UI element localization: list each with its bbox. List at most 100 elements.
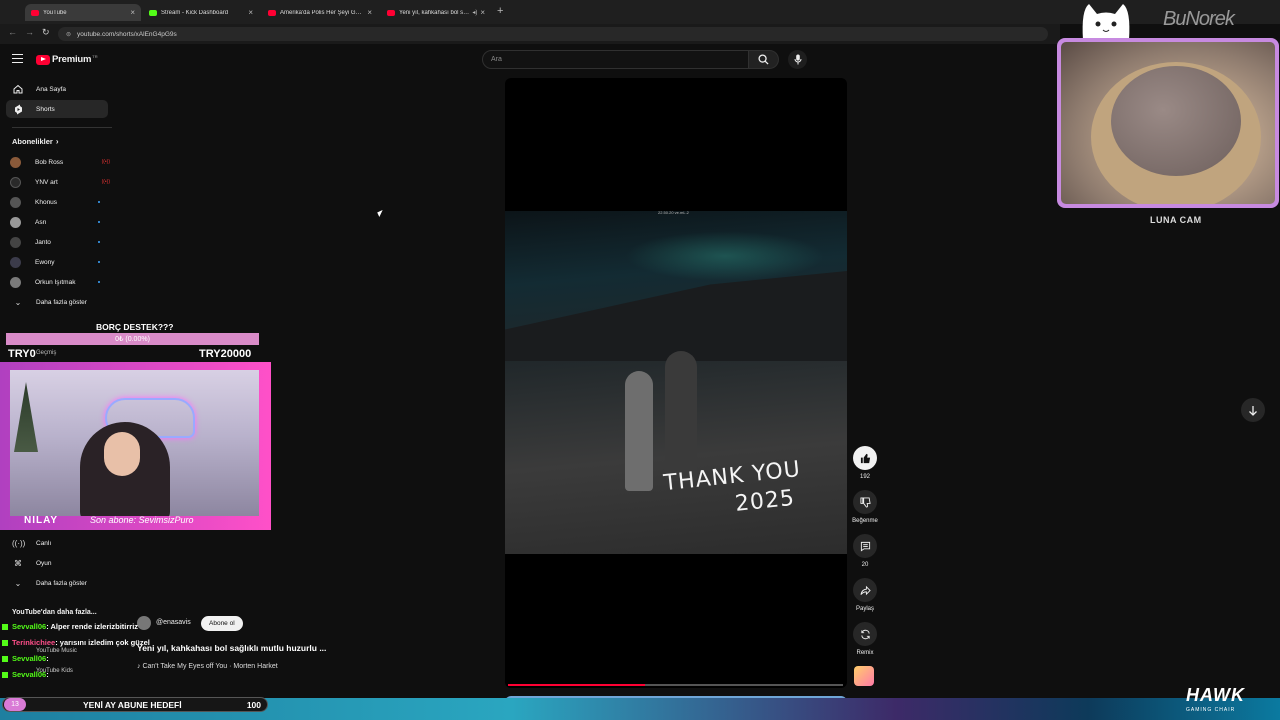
tab-yeni-yil-short[interactable]: Yeni yıl, kahkahası bol sağlıklı ◂) × (381, 4, 491, 21)
home-icon (12, 83, 24, 95)
sidebar-item-gaming[interactable]: ⌘ Oyun (12, 556, 52, 570)
avatar (10, 196, 21, 208)
hamburger-menu-icon[interactable] (12, 54, 23, 63)
streamer-name-label: NILAY (24, 515, 59, 526)
url-field[interactable]: ⊜ youtube.com/shorts/xAlEnG4pG9s (58, 27, 1048, 41)
url-text: youtube.com/shorts/xAlEnG4pG9s (77, 30, 177, 38)
short-title[interactable]: Yeni yıl, kahkahası bol sağlıklı mutlu h… (137, 643, 326, 653)
site-info-icon[interactable]: ⊜ (66, 31, 71, 38)
sidebar-item-live[interactable]: ((·)) Canlı (12, 536, 51, 550)
show-more-subscriptions[interactable]: ⌄ Daha fazla göster (12, 295, 87, 309)
youtube-favicon-icon (387, 9, 395, 16)
subscriber-goal-bar: 13 YENİ AY ABUNE HEDEFİ 100 (2, 697, 268, 712)
sidebar-divider (12, 127, 112, 128)
new-tab-button[interactable]: + (497, 5, 503, 17)
back-icon[interactable]: ← (8, 27, 17, 37)
show-more-explore[interactable]: ⌄ Daha fazla göster (12, 576, 87, 590)
next-short-button[interactable] (1241, 398, 1265, 422)
chat-text: : yarısını izledim çok güzel (55, 638, 150, 647)
chat-message: Terinkichiee : yarısını izledim çok güze… (2, 638, 150, 647)
sidebar-item-history[interactable]: Geçmiş (36, 350, 56, 356)
comment-count: 20 (861, 562, 869, 568)
chat-username: Sevvall06 (12, 670, 47, 679)
cat-cam-label: LUNA CAM (1150, 215, 1202, 225)
subscription-janto[interactable]: Janto (10, 235, 110, 249)
channel-name[interactable]: @enasavis (156, 619, 191, 626)
chat-message: Sevvall06 : Alper rende izlerizbitirriz (2, 622, 138, 631)
aurora-glow (625, 231, 825, 281)
cat-cam-frame (1057, 38, 1279, 208)
shorts-video-player[interactable]: 22.50.20 ve.mL.2 THANK YOU 2025 (505, 78, 847, 688)
tab-youtube[interactable]: YouTube × (25, 4, 141, 21)
like-button[interactable] (853, 446, 877, 470)
subscription-name: Janto (35, 238, 51, 246)
subscriptions-header-label: Abonelikler (12, 137, 53, 146)
comments-button[interactable] (853, 534, 877, 558)
character-2 (665, 351, 697, 481)
search-button[interactable] (749, 50, 779, 69)
subscription-orkun-isitmak[interactable]: Orkun Işıtmak (10, 275, 110, 289)
close-tab-icon[interactable]: × (367, 8, 372, 17)
search-input[interactable]: Ara (482, 50, 749, 69)
remix-button[interactable] (853, 622, 877, 646)
stream-brand-logo: BuNorek (1163, 8, 1235, 30)
brand-text: Premium (52, 54, 92, 65)
tab-amerika-video[interactable]: Amerika'da Polis Her Şeyi Gördü × (262, 4, 378, 21)
tab-kick-dashboard[interactable]: Stream - Kick Dashboard × (143, 4, 259, 21)
chat-message: Sevvall06 : (2, 654, 49, 663)
comments-action[interactable]: 20 (852, 534, 878, 568)
voice-search-button[interactable] (788, 50, 807, 69)
close-tab-icon[interactable]: × (248, 8, 253, 17)
channel-avatar[interactable] (137, 616, 151, 630)
goal-current-count: 13 (4, 698, 26, 711)
sleeping-cat (1111, 66, 1241, 176)
avatar (10, 256, 21, 268)
chevron-right-icon: › (55, 137, 59, 146)
remix-action[interactable]: Remix (852, 622, 878, 656)
short-music-link[interactable]: ♪ Can't Take My Eyes off You · Morten Ha… (137, 663, 278, 670)
chat-username: Sevvall06 (12, 622, 47, 631)
kick-badge-icon (2, 623, 8, 630)
search-placeholder: Ara (491, 56, 502, 63)
streamer-webcam-frame (0, 362, 271, 530)
character-1 (625, 371, 653, 491)
subscription-name: Orkun Işıtmak (35, 278, 76, 286)
kick-badge-icon (2, 655, 8, 662)
subscribe-button[interactable]: Abone ol (201, 616, 243, 631)
new-content-dot (98, 221, 100, 223)
dislike-button[interactable] (853, 490, 877, 514)
subscription-ewony[interactable]: Ewony (10, 255, 110, 269)
subscription-ynv-art[interactable]: YNV art ((•)) (10, 175, 110, 189)
like-action[interactable]: 192 (852, 446, 878, 480)
reload-icon[interactable]: ↻ (42, 27, 50, 38)
share-button[interactable] (853, 578, 877, 602)
thumbs-up-icon (860, 453, 870, 463)
like-count: 192 (859, 474, 870, 480)
new-content-dot (98, 281, 100, 283)
close-tab-icon[interactable]: × (130, 8, 135, 17)
close-tab-icon[interactable]: × (480, 8, 485, 17)
subscription-asri[interactable]: Asrı (10, 215, 110, 229)
forward-icon[interactable]: → (25, 27, 34, 37)
youtube-favicon-icon (31, 9, 39, 16)
subscription-name: Bob Ross (35, 158, 64, 166)
arrow-down-icon (1249, 405, 1257, 416)
share-action[interactable]: Paylaş (852, 578, 878, 612)
goal-title: YENİ AY ABUNE HEDEFİ (83, 700, 182, 710)
youtube-premium-logo[interactable]: Premium TR (36, 54, 98, 65)
sidebar-item-home[interactable]: Ana Sayfa (6, 80, 108, 98)
microphone-icon (794, 54, 801, 65)
cat-cam-video (1061, 42, 1275, 204)
avatar (10, 276, 21, 288)
subscription-bob-ross[interactable]: Bob Ross ((•)) (10, 155, 110, 169)
subscriptions-header[interactable]: Abonelikler › (12, 137, 59, 146)
sound-thumbnail[interactable] (854, 666, 874, 686)
chevron-down-icon: ⌄ (14, 578, 22, 588)
sidebar-item-shorts[interactable]: Shorts (6, 100, 108, 118)
subscription-name: Asrı (35, 218, 47, 226)
more-from-youtube-header: YouTube'dan daha fazla... (12, 609, 97, 616)
donation-progress-bar: 0₺ (0.00%) (6, 333, 259, 345)
subscription-khonus[interactable]: Khonus (10, 195, 110, 209)
dislike-action[interactable]: Beğenme (852, 490, 878, 524)
sidebar-item-label: Canlı (36, 539, 52, 547)
